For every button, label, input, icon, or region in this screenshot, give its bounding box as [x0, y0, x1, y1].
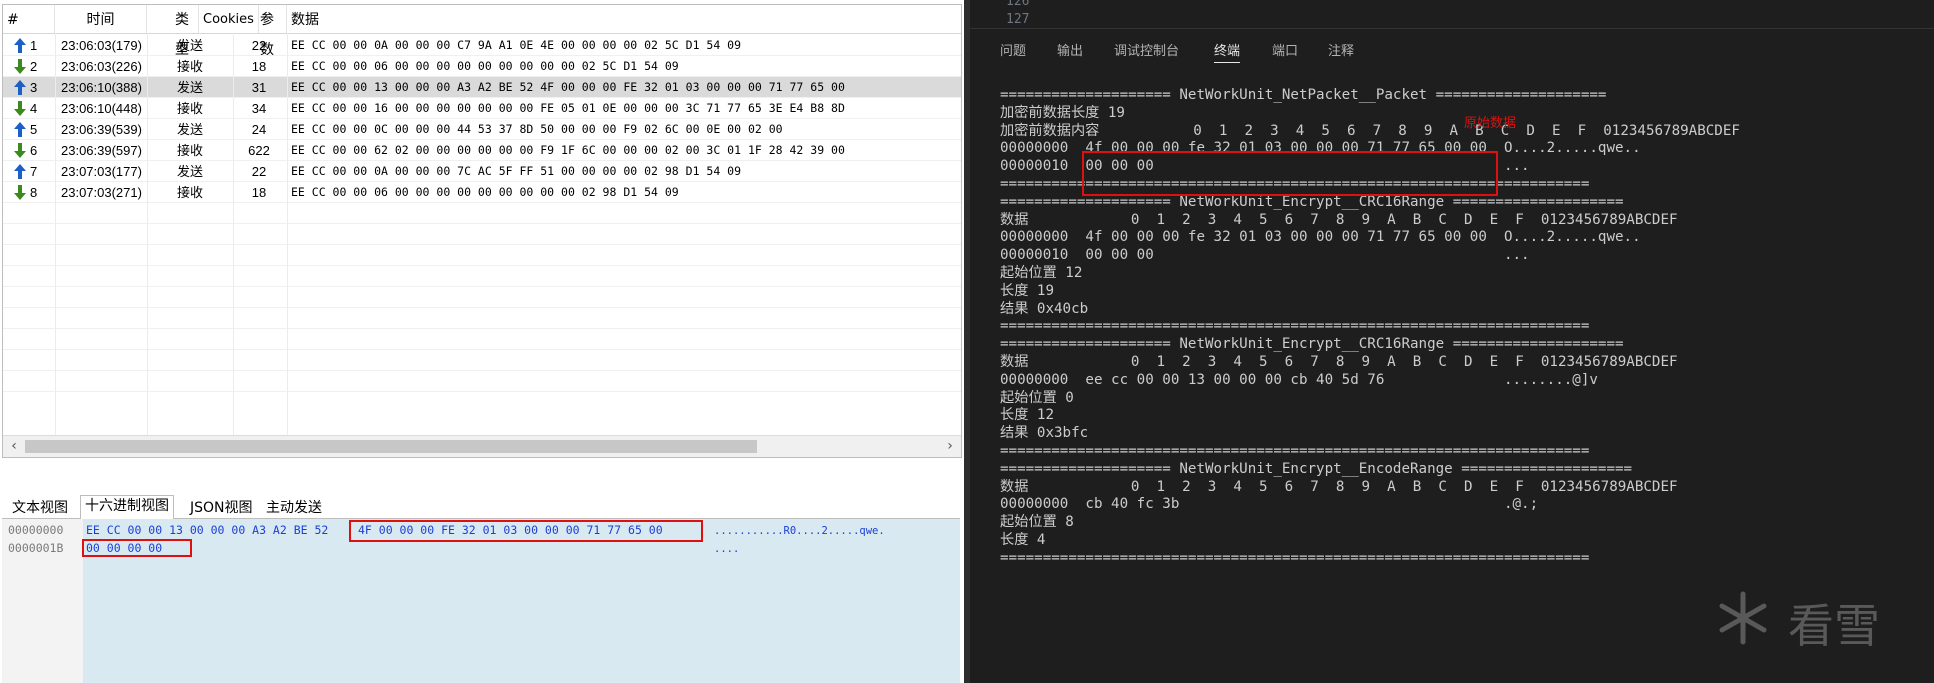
column-data[interactable]: 数据	[287, 5, 961, 33]
annotation-label: 原始数据	[1464, 116, 1517, 131]
row-number: 5	[30, 122, 38, 137]
line-number: 126	[1006, 0, 1030, 9]
tab-terminal[interactable]: 终端	[1214, 40, 1241, 63]
row-length: 622	[248, 143, 270, 158]
highlight-box-terminal	[1082, 151, 1498, 196]
tab-text-view[interactable]: 文本视图	[8, 498, 72, 518]
highlight-box-tail	[82, 539, 192, 557]
receive-arrow-icon	[14, 185, 26, 200]
vscode-panel: 126 127 问题 输出 调试控制台 终端 端口 注释 ===========…	[970, 0, 1934, 683]
row-number: 7	[30, 164, 38, 179]
tab-ports[interactable]: 端口	[1272, 40, 1298, 59]
highlight-box-payload	[349, 520, 703, 542]
row-time: 23:06:03(226)	[61, 59, 142, 74]
row-time: 23:06:03(179)	[61, 38, 142, 53]
row-type: 发送	[177, 164, 204, 179]
panel-tab-bar: 问题 输出 调试控制台 终端 端口 注释	[970, 32, 1934, 68]
column-type[interactable]: 类型	[147, 5, 199, 58]
column-params[interactable]: 参数	[259, 5, 287, 58]
packet-table: # 时间 类型 Cookies 参数 数据 1 23:06:03(179) 发送 22…	[2, 4, 962, 458]
terminal-line: ========================================…	[1000, 549, 1590, 566]
hex-bytes-header: EE CC 00 00 13 00 00 00 A3 A2 BE 52	[86, 523, 329, 537]
hex-ascii-1: ...........R0....2.....qwe.	[714, 525, 885, 537]
send-arrow-icon	[14, 164, 26, 179]
send-arrow-icon	[14, 122, 26, 137]
scroll-right-icon[interactable]: ›	[941, 436, 959, 457]
row-time: 23:07:03(177)	[61, 164, 142, 179]
horizontal-scrollbar[interactable]: ‹ ›	[3, 435, 961, 457]
row-time: 23:07:03(271)	[61, 185, 142, 200]
tab-json-view[interactable]: JSON视图	[186, 498, 257, 518]
row-number: 3	[30, 80, 38, 95]
row-data: EE CC 00 00 62 02 00 00 00 00 00 00 F9 1…	[291, 143, 845, 157]
row-length: 24	[251, 122, 267, 137]
column-cookies[interactable]: Cookies	[199, 5, 259, 33]
tab-active-send[interactable]: 主动发送	[262, 498, 326, 518]
row-data: EE CC 00 00 06 00 00 00 00 00 00 00 00 0…	[291, 185, 679, 199]
tab-problems[interactable]: 问题	[1000, 40, 1026, 59]
row-data: EE CC 00 00 0A 00 00 00 7C AC 5F FF 51 0…	[291, 164, 742, 178]
column-num[interactable]: #	[3, 5, 55, 33]
hex-view-pane: 00000000 0000001B EE CC 00 00 13 00 00 0…	[2, 519, 960, 683]
row-length: 34	[251, 101, 267, 116]
table-header: # 时间 类型 Cookies 参数 数据	[3, 5, 961, 58]
row-number: 4	[30, 101, 38, 116]
row-data: EE CC 00 00 06 00 00 00 00 00 00 00 00 0…	[291, 59, 679, 73]
row-length: 22	[251, 38, 267, 53]
row-time: 23:06:39(539)	[61, 122, 142, 137]
row-data: EE CC 00 00 0A 00 00 00 C7 9A A1 0E 4E 0…	[291, 38, 742, 52]
editor-area: 126 127	[970, 0, 1934, 29]
row-type: 接收	[177, 185, 204, 200]
snowflake-icon	[1719, 591, 1767, 645]
terminal-line: 00000000 ee cc 00 00 13 00 00 00 cb 40 5…	[1000, 371, 1598, 388]
terminal-line: 00000000 cb 40 fc 3b .@.;	[1000, 496, 1539, 513]
send-arrow-icon	[14, 80, 26, 95]
row-type: 接收	[177, 143, 204, 158]
row-type: 发送	[177, 122, 204, 137]
row-time: 23:06:39(597)	[61, 143, 142, 158]
row-time: 23:06:10(388)	[61, 80, 142, 95]
row-number: 8	[30, 185, 38, 200]
hex-ascii-2: ....	[714, 543, 740, 555]
row-data: EE CC 00 00 13 00 00 00 A3 A2 BE 52 4F 0…	[291, 80, 845, 94]
scroll-left-icon[interactable]: ‹	[5, 436, 23, 457]
send-arrow-icon	[14, 38, 26, 53]
row-type: 接收	[177, 59, 204, 74]
row-data: EE CC 00 00 16 00 00 00 00 00 00 00 FE 0…	[291, 101, 845, 115]
row-length: 18	[251, 185, 267, 200]
row-length: 22	[251, 164, 267, 179]
view-tabs: 文本视图 十六进制视图 JSON视图 主动发送	[2, 494, 960, 519]
receive-arrow-icon	[14, 143, 26, 158]
tab-debug-console[interactable]: 调试控制台	[1114, 40, 1179, 59]
row-length: 31	[251, 80, 267, 95]
row-type: 发送	[177, 80, 204, 95]
tab-hex-view[interactable]: 十六进制视图	[80, 495, 174, 519]
tab-comments[interactable]: 注释	[1328, 40, 1354, 59]
column-time[interactable]: 时间	[55, 5, 147, 33]
line-number: 127	[1006, 12, 1030, 27]
tab-output[interactable]: 输出	[1057, 40, 1083, 59]
scrollbar-thumb[interactable]	[25, 440, 757, 453]
hex-offset-1: 0000001B	[8, 541, 64, 555]
watermark-text: 看雪	[1788, 599, 1880, 653]
row-number: 1	[30, 38, 38, 53]
row-time: 23:06:10(448)	[61, 101, 142, 116]
watermark-logo: 看雪	[1708, 588, 1908, 653]
receive-arrow-icon	[14, 59, 26, 74]
hex-offset-0: 00000000	[8, 523, 64, 537]
packet-capture-tool: # 时间 类型 Cookies 参数 数据 1 23:06:03(179) 发送 22…	[0, 0, 965, 683]
row-type: 发送	[177, 38, 204, 53]
row-number: 2	[30, 59, 38, 74]
row-number: 6	[30, 143, 38, 158]
row-type: 接收	[177, 101, 204, 116]
receive-arrow-icon	[14, 101, 26, 116]
row-data: EE CC 00 00 0C 00 00 00 44 53 37 8D 50 0…	[291, 122, 783, 136]
row-length: 18	[251, 59, 267, 74]
